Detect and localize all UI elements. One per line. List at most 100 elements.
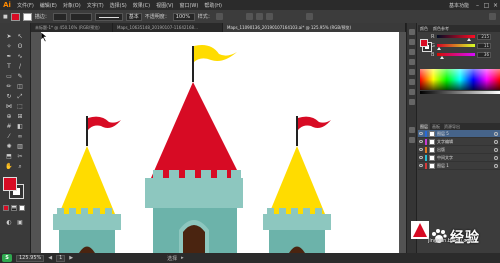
layer-name[interactable]: 图层 1 — [437, 163, 492, 169]
layer-target-icon[interactable] — [494, 163, 498, 168]
panel-fill-swatch[interactable] — [420, 39, 428, 47]
slider-g-track[interactable] — [436, 44, 475, 50]
slider-r-value[interactable]: 215 — [477, 33, 491, 40]
zoom-level-field[interactable]: 125.95% — [16, 254, 45, 262]
menu-view[interactable]: 视图(V) — [153, 2, 176, 9]
screen-mode-icon[interactable]: ▣ — [16, 219, 24, 226]
layer-target-icon[interactable] — [494, 147, 498, 152]
slider-g-thumb[interactable] — [436, 47, 441, 50]
profile-dropdown[interactable]: 基本 — [125, 12, 142, 21]
tab-document-2[interactable]: Maps_10635148_20190107-11642168... — [113, 23, 223, 32]
menu-object[interactable]: 对象(O) — [60, 2, 84, 9]
tab-artboards[interactable]: 画板 — [430, 123, 442, 130]
stroke-weight-field[interactable] — [52, 12, 67, 21]
visibility-eye-icon[interactable] — [419, 164, 423, 167]
menu-more-icon[interactable] — [489, 13, 496, 20]
appearance-panel-icon[interactable] — [409, 99, 415, 105]
layer-target-icon[interactable] — [494, 139, 498, 144]
color-spectrum[interactable] — [420, 69, 500, 90]
shape-builder-tool-icon[interactable]: ⊕ — [5, 113, 13, 120]
tab-document-active[interactable]: Maps_11090136_20190107164103.ai* @ 125.9… — [223, 23, 406, 32]
column-graph-tool-icon[interactable]: ▥ — [16, 143, 24, 150]
transform-icon[interactable] — [265, 13, 273, 20]
stroke-panel-icon[interactable] — [409, 69, 415, 75]
visibility-eye-icon[interactable] — [419, 140, 423, 143]
fill-color-swatch[interactable] — [10, 12, 20, 21]
canvas-area[interactable] — [31, 32, 406, 253]
minimize-icon[interactable]: – — [473, 2, 482, 9]
perspective-grid-tool-icon[interactable]: ⊞ — [16, 113, 24, 120]
eyedropper-tool-icon[interactable]: ⁄ — [5, 133, 13, 140]
layer-row[interactable]: 出版 — [418, 146, 500, 154]
stroke-color-swatch[interactable] — [22, 12, 32, 21]
fill-swatch[interactable] — [3, 177, 17, 191]
slider-b-value[interactable]: 36 — [477, 51, 491, 58]
artboard-tool-icon[interactable]: ⬒ — [5, 153, 13, 160]
color-mode-button[interactable] — [3, 205, 9, 211]
transparency-panel-icon[interactable] — [409, 89, 415, 95]
eraser-tool-icon[interactable]: ◫ — [16, 83, 24, 90]
tab-layers[interactable]: 图层 — [418, 123, 430, 130]
workspace-switcher[interactable]: 基本功能 — [445, 2, 473, 9]
arrange-icon[interactable] — [305, 13, 313, 20]
layers-panel-icon[interactable] — [409, 127, 415, 133]
status-menu-icon[interactable]: ▸ — [181, 255, 184, 261]
type-tool-icon[interactable]: T — [5, 63, 13, 70]
maximize-icon[interactable]: □ — [482, 2, 491, 9]
mesh-tool-icon[interactable]: # — [5, 123, 13, 130]
close-icon[interactable]: × — [491, 2, 500, 9]
artboard-nav-next-icon[interactable]: ▶ — [69, 255, 73, 261]
slider-g-value[interactable]: 11 — [477, 42, 491, 49]
gradient-panel-icon[interactable] — [409, 79, 415, 85]
slice-tool-icon[interactable]: ✂ — [16, 153, 24, 160]
visibility-eye-icon[interactable] — [419, 132, 423, 135]
free-transform-tool-icon[interactable]: ⬚ — [16, 103, 24, 110]
tab-asset-export[interactable]: 资源导出 — [442, 123, 462, 130]
layer-name[interactable]: 出版 — [437, 147, 492, 153]
swatches-panel-icon[interactable] — [409, 39, 415, 45]
magic-wand-tool-icon[interactable]: ✧ — [5, 43, 13, 50]
visibility-eye-icon[interactable] — [419, 148, 423, 151]
pencil-tool-icon[interactable]: ✏ — [5, 83, 13, 90]
direct-selection-tool-icon[interactable]: ↖ — [16, 33, 24, 40]
layer-name[interactable]: 中间文字 — [437, 155, 492, 161]
grayscale-strip[interactable] — [420, 91, 500, 94]
symbols-panel-icon[interactable] — [409, 59, 415, 65]
width-tool-icon[interactable]: ⋈ — [5, 103, 13, 110]
slider-r-thumb[interactable] — [466, 38, 471, 41]
rotate-tool-icon[interactable]: ↻ — [5, 93, 13, 100]
align-icon[interactable] — [255, 13, 263, 20]
lasso-tool-icon[interactable]: ʘ — [16, 43, 24, 50]
hand-tool-icon[interactable]: ✋ — [5, 163, 13, 170]
blend-tool-icon[interactable]: ∞ — [16, 133, 24, 140]
layer-row[interactable]: 文字编辑 — [418, 138, 500, 146]
curvature-tool-icon[interactable]: ∿ — [16, 53, 24, 60]
zoom-tool-icon[interactable]: ⌕ — [16, 163, 24, 170]
color-panel-icon[interactable] — [409, 29, 415, 35]
rectangle-tool-icon[interactable]: ▭ — [5, 73, 13, 80]
tab-color[interactable]: 颜色 — [420, 25, 428, 32]
artboards-panel-icon[interactable] — [409, 137, 415, 143]
gradient-tool-icon[interactable]: ◧ — [16, 123, 24, 130]
artboard-nav-prev-icon[interactable]: ◀ — [48, 255, 52, 261]
slider-b-track[interactable] — [437, 53, 475, 59]
menu-select[interactable]: 选择(S) — [107, 2, 130, 9]
menu-effect[interactable]: 效果(C) — [130, 2, 153, 9]
artboard-number-field[interactable]: 1 — [56, 254, 66, 262]
artboard[interactable] — [41, 32, 399, 253]
layer-target-icon[interactable] — [494, 131, 498, 136]
layer-name[interactable]: 文字编辑 — [437, 139, 492, 145]
menu-type[interactable]: 文字(T) — [84, 2, 107, 9]
draw-mode-icon[interactable]: ◐ — [5, 219, 13, 226]
brushes-panel-icon[interactable] — [409, 49, 415, 55]
menu-help[interactable]: 帮助(H) — [201, 2, 225, 9]
selection-tool-icon[interactable]: ➤ — [5, 33, 13, 40]
recolor-icon[interactable] — [245, 13, 253, 20]
menu-file[interactable]: 文件(F) — [14, 2, 37, 9]
opacity-field[interactable]: 100% — [172, 12, 195, 21]
menu-window[interactable]: 窗口(W) — [176, 2, 201, 9]
line-tool-icon[interactable]: / — [16, 63, 24, 70]
slider-r-track[interactable] — [437, 35, 475, 41]
layer-row[interactable]: 图层 1 — [418, 162, 500, 170]
layer-name[interactable]: 图层 5 — [437, 131, 492, 137]
